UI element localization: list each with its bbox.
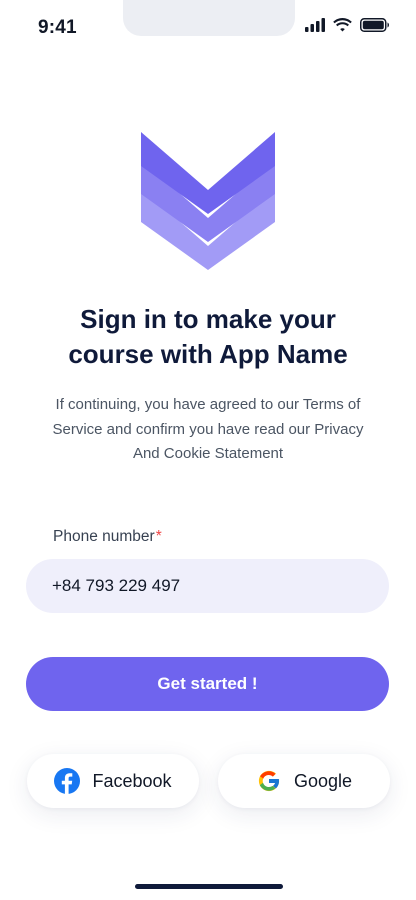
terms-notice: If continuing, you have agreed to our Te… [52,396,364,462]
status-time: 9:41 [38,17,77,38]
phone-number-label: Phone number* [53,528,162,546]
facebook-label: Facebook [92,770,172,791]
app-logo [141,132,275,270]
facebook-sign-in-button[interactable]: Facebook [27,754,199,808]
device-notch [123,0,295,36]
sign-in-screen: 9:41 Sign in to make your course with Ap… [0,0,416,900]
cellular-signal-icon [305,18,325,32]
google-sign-in-button[interactable]: Google [218,754,390,808]
google-icon [256,768,282,794]
phone-number-label-text: Phone number [53,528,155,545]
battery-icon [360,18,390,32]
wifi-icon [333,18,352,32]
phone-number-input[interactable] [26,559,389,613]
required-asterisk: * [155,528,162,545]
get-started-label: Get started ! [157,674,258,693]
facebook-icon [54,768,81,794]
google-label: Google [293,770,353,791]
page-title: Sign in to make your course with App Nam… [68,304,348,369]
get-started-button[interactable]: Get started ! [26,657,389,711]
home-indicator [135,884,283,889]
layered-chevron-logo-icon [141,132,275,270]
status-icons [305,18,390,32]
